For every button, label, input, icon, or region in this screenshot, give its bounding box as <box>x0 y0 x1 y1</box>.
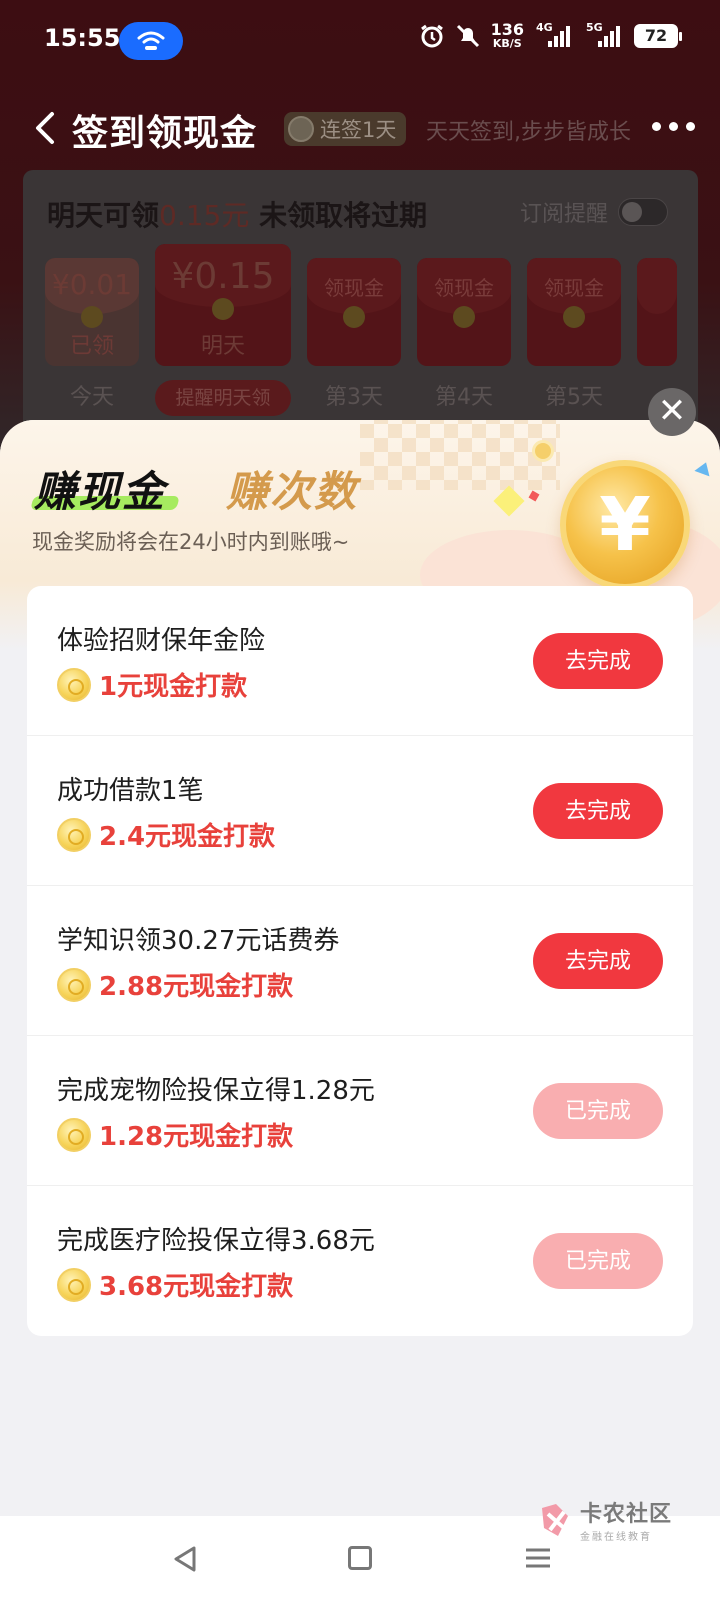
status-icons: 136 KB/S 4G 5G 72 <box>419 20 682 50</box>
task-title: 体验招财保年金险 <box>57 626 266 656</box>
task-reward: 2.88元现金打款 <box>57 966 293 1003</box>
day-label: 第4天 <box>435 385 493 410</box>
network-speed: 136 KB/S <box>490 20 524 50</box>
day-label: 第3天 <box>325 385 383 410</box>
small-coin-decoration <box>532 440 554 462</box>
coin-icon <box>57 667 91 702</box>
page-title: 签到领现金 <box>72 113 258 154</box>
close-button[interactable]: ✕ <box>648 388 696 436</box>
go-complete-button[interactable]: 去完成 <box>533 633 663 689</box>
battery-icon: 72 <box>634 23 682 48</box>
task-title: 学知识领30.27元话费券 <box>57 926 340 956</box>
coin-icon <box>57 967 91 1002</box>
task-reward: 1.28元现金打款 <box>57 1116 293 1153</box>
nav-home-icon[interactable] <box>348 1546 372 1570</box>
checker-decoration <box>360 420 560 490</box>
task-row: 成功借款1笔 2.4元现金打款 去完成 <box>27 736 693 886</box>
tab-earn-count[interactable]: 赚次数 <box>226 458 358 519</box>
mute-bell-icon <box>455 23 481 49</box>
alarm-icon <box>419 23 445 49</box>
completed-button: 已完成 <box>533 1233 663 1289</box>
yuan-coin-icon: ¥ <box>560 460 690 590</box>
earn-sheet: 赚现金 赚次数 现金奖励将会在24小时内到账哦~ ¥ 体验招财保年金险 1元现金… <box>0 420 720 1520</box>
task-title: 完成医疗险投保立得3.68元 <box>57 1226 375 1256</box>
more-button[interactable] <box>652 114 696 138</box>
subscribe-toggle[interactable] <box>618 198 668 226</box>
streak-coin-icon <box>288 116 314 142</box>
nav-back-icon[interactable] <box>170 1544 200 1574</box>
status-time: 15:55 <box>44 24 121 52</box>
tab-earn-cash[interactable]: 赚现金 <box>34 458 166 519</box>
task-row: 学知识领30.27元话费券 2.88元现金打款 去完成 <box>27 886 693 1036</box>
watermark-logo-icon <box>538 1502 574 1538</box>
task-reward: 2.4元现金打款 <box>57 816 275 853</box>
task-reward: 1元现金打款 <box>57 666 247 703</box>
back-button[interactable] <box>28 108 68 148</box>
task-list: 体验招财保年金险 1元现金打款 去完成 成功借款1笔 2.4元现金打款 去完成 … <box>27 586 693 1336</box>
status-bar: 15:55 136 KB/S 4G 5G 72 <box>0 0 720 84</box>
task-row: 完成医疗险投保立得3.68元 3.68元现金打款 已完成 <box>27 1186 693 1336</box>
slogan: 天天签到,步步皆成长 <box>426 120 631 145</box>
checkin-days: ¥0.01 已领 ¥0.15 明天 领现金 领现金 领现金 <box>45 244 677 366</box>
task-title: 成功借款1笔 <box>57 776 204 806</box>
day-card-6-partial <box>637 258 677 366</box>
day-label: 第5天 <box>545 385 603 410</box>
day-label: 今天 <box>69 385 114 410</box>
nav-menu-icon[interactable] <box>524 1544 552 1572</box>
checkin-title: 明天可领0.15元 未领取将过期 <box>47 199 428 232</box>
page-header: 签到领现金 连签1天 天天签到,步步皆成长 <box>0 94 720 162</box>
task-reward: 3.68元现金打款 <box>57 1266 293 1303</box>
coin-icon <box>57 1267 91 1302</box>
day-card-4: 领现金 <box>417 258 511 366</box>
signal-4g-icon: 4G <box>534 21 574 49</box>
go-complete-button[interactable]: 去完成 <box>533 783 663 839</box>
task-row: 体验招财保年金险 1元现金打款 去完成 <box>27 586 693 736</box>
streak-badge: 连签1天 <box>284 112 407 146</box>
hotspot-icon <box>119 22 183 60</box>
sheet-subtitle: 现金奖励将会在24小时内到账哦~ <box>32 530 350 554</box>
coin-icon <box>57 817 91 852</box>
day-labels: 今天 提醒明天领 第3天 第4天 第5天 <box>45 380 621 416</box>
day-card-tomorrow: ¥0.15 明天 <box>155 244 291 366</box>
remind-tomorrow-button[interactable]: 提醒明天领 <box>155 380 291 416</box>
go-complete-button[interactable]: 去完成 <box>533 933 663 989</box>
coin-icon <box>57 1117 91 1152</box>
day-card-5: 领现金 <box>527 258 621 366</box>
day-card-today: ¥0.01 已领 <box>45 258 139 366</box>
task-row: 完成宠物险投保立得1.28元 1.28元现金打款 已完成 <box>27 1036 693 1186</box>
watermark: 卡农社区 金融在线教育 <box>538 1496 672 1543</box>
completed-button: 已完成 <box>533 1083 663 1139</box>
task-title: 完成宠物险投保立得1.28元 <box>57 1076 375 1106</box>
checkin-card: 明天可领0.15元 未领取将过期 订阅提醒 ¥0.01 已领 ¥0.15 明天 … <box>23 170 698 440</box>
subscribe-reminder: 订阅提醒 <box>520 196 668 228</box>
signal-5g-icon: 5G <box>584 21 624 49</box>
day-card-3: 领现金 <box>307 258 401 366</box>
